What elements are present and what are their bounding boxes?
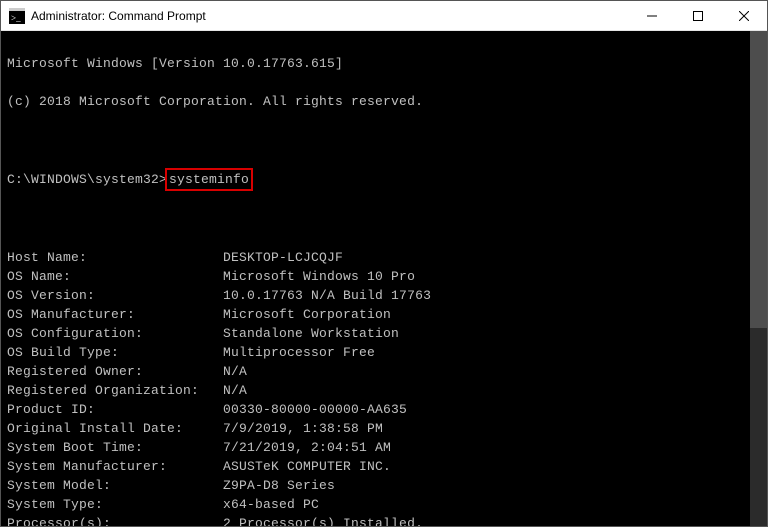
terminal-output[interactable]: Microsoft Windows [Version 10.0.17763.61…: [1, 31, 767, 526]
info-row: Original Install Date: 7/9/2019, 1:38:58…: [7, 419, 767, 438]
info-row: OS Name: Microsoft Windows 10 Pro: [7, 267, 767, 286]
command-prompt-window: >_ Administrator: Command Prompt Microso…: [0, 0, 768, 527]
info-row: OS Build Type: Multiprocessor Free: [7, 343, 767, 362]
scrollbar-thumb[interactable]: [750, 31, 767, 328]
info-row: Registered Owner: N/A: [7, 362, 767, 381]
prompt-line: C:\WINDOWS\system32>systeminfo: [7, 168, 767, 191]
info-row: System Type: x64-based PC: [7, 495, 767, 514]
info-row: Registered Organization: N/A: [7, 381, 767, 400]
maximize-button[interactable]: [675, 1, 721, 30]
info-row: System Boot Time: 7/21/2019, 2:04:51 AM: [7, 438, 767, 457]
svg-text:>_: >_: [11, 13, 21, 23]
info-row: Processor(s): 2 Processor(s) Installed.: [7, 514, 767, 526]
header-line-2: (c) 2018 Microsoft Corporation. All righ…: [7, 92, 767, 111]
info-row: OS Version: 10.0.17763 N/A Build 17763: [7, 286, 767, 305]
command-highlight: systeminfo: [165, 168, 253, 191]
info-row: Product ID: 00330-80000-00000-AA635: [7, 400, 767, 419]
scrollbar[interactable]: [750, 31, 767, 526]
window-title: Administrator: Command Prompt: [31, 9, 629, 23]
prompt-path: C:\WINDOWS\system32>: [7, 172, 167, 187]
systeminfo-fields: Host Name: DESKTOP-LCJCQJFOS Name: Micro…: [7, 248, 767, 526]
info-row: Host Name: DESKTOP-LCJCQJF: [7, 248, 767, 267]
header-line-1: Microsoft Windows [Version 10.0.17763.61…: [7, 54, 767, 73]
close-button[interactable]: [721, 1, 767, 30]
info-row: OS Manufacturer: Microsoft Corporation: [7, 305, 767, 324]
minimize-button[interactable]: [629, 1, 675, 30]
window-controls: [629, 1, 767, 30]
info-row: System Model: Z9PA-D8 Series: [7, 476, 767, 495]
info-row: System Manufacturer: ASUSTeK COMPUTER IN…: [7, 457, 767, 476]
command-text: systeminfo: [169, 172, 249, 187]
titlebar[interactable]: >_ Administrator: Command Prompt: [1, 1, 767, 31]
info-row: OS Configuration: Standalone Workstation: [7, 324, 767, 343]
cmd-icon: >_: [9, 8, 25, 24]
